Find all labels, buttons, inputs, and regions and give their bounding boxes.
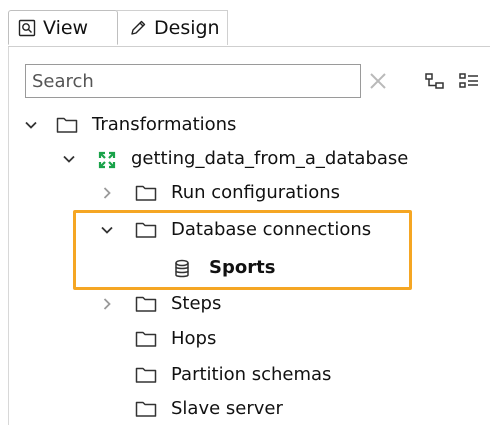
tab-view-label: View bbox=[43, 16, 89, 39]
tree-item-run-configurations[interactable]: Run configurations bbox=[99, 178, 340, 208]
folder-icon bbox=[135, 295, 157, 313]
folder-icon bbox=[135, 366, 157, 384]
expand-all-icon[interactable] bbox=[457, 70, 481, 92]
clear-icon[interactable] bbox=[365, 68, 391, 94]
tab-bar: View Design bbox=[8, 10, 490, 47]
view-icon bbox=[17, 18, 37, 38]
folder-icon bbox=[135, 400, 157, 418]
folder-icon bbox=[135, 184, 157, 202]
tree-item-transformation[interactable]: getting_data_from_a_database bbox=[61, 144, 408, 174]
tree-item-hops[interactable]: Hops bbox=[135, 324, 216, 354]
collapse-all-icon[interactable] bbox=[423, 70, 447, 92]
tree-item-partition-schemas[interactable]: Partition schemas bbox=[135, 360, 331, 390]
tree-item-transformations[interactable]: Transformations bbox=[23, 110, 236, 140]
chevron-down-icon[interactable] bbox=[23, 117, 39, 133]
tab-design-label: Design bbox=[154, 17, 220, 39]
tree-item-label: getting_data_from_a_database bbox=[131, 148, 409, 169]
tab-design[interactable]: Design bbox=[116, 10, 228, 45]
transformation-icon bbox=[97, 150, 119, 169]
chevron-right-icon[interactable] bbox=[99, 185, 115, 201]
tree-item-steps[interactable]: Steps bbox=[99, 289, 221, 319]
search-input[interactable] bbox=[25, 64, 361, 98]
tab-view[interactable]: View bbox=[8, 10, 118, 45]
chevron-down-icon[interactable] bbox=[61, 151, 77, 167]
tree-item-label: Steps bbox=[171, 293, 222, 314]
highlight-box bbox=[73, 210, 412, 290]
folder-icon bbox=[56, 116, 78, 134]
tree-item-label: Hops bbox=[171, 328, 217, 349]
tree-item-label: Run configurations bbox=[171, 182, 341, 203]
tree-item-slave-server[interactable]: Slave server bbox=[135, 394, 283, 424]
folder-icon bbox=[135, 330, 157, 348]
tree-item-label: Slave server bbox=[171, 398, 283, 419]
explorer-panel: View Design Search Transformations getti… bbox=[0, 0, 490, 425]
panel-border bbox=[8, 46, 9, 425]
tree-item-label: Transformations bbox=[92, 114, 237, 135]
pencil-icon bbox=[128, 18, 148, 38]
tree-item-label: Partition schemas bbox=[171, 364, 332, 385]
search-row bbox=[25, 64, 490, 100]
chevron-right-icon[interactable] bbox=[99, 296, 115, 312]
